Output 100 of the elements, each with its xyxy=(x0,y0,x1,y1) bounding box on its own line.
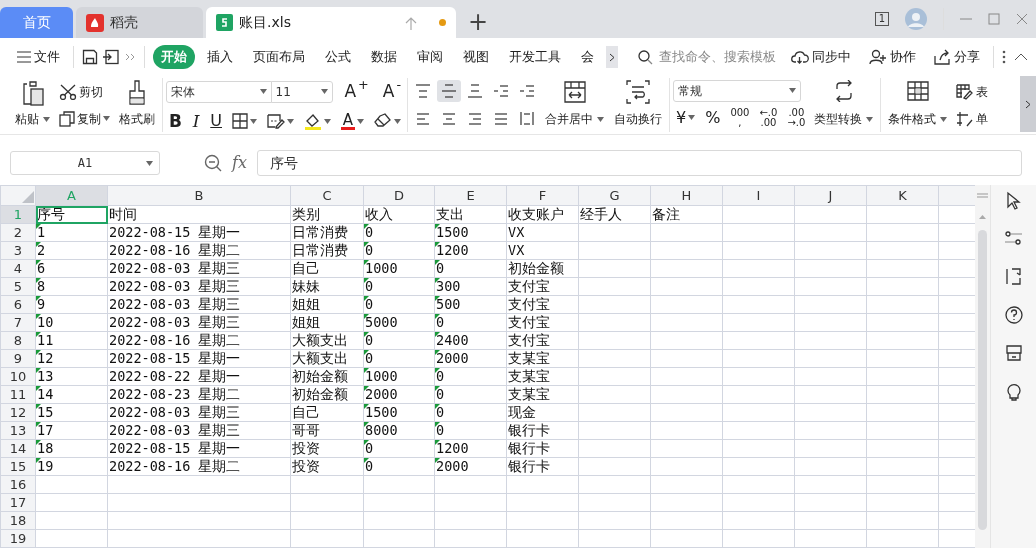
font-size-dropdown[interactable]: 11 xyxy=(270,80,334,103)
column-header[interactable]: B xyxy=(107,185,291,206)
ribbon-tab[interactable]: 插入 xyxy=(199,45,241,69)
table-style-button[interactable]: 表 xyxy=(953,81,992,102)
cut-button[interactable]: 剪切 xyxy=(56,81,113,102)
table-cell: 大额支出 xyxy=(290,349,364,368)
table-cell: 17 xyxy=(35,421,108,440)
table-cell: 8 xyxy=(35,277,108,296)
table-cell: 11 xyxy=(35,331,108,350)
table-cell: 2400 xyxy=(434,331,507,350)
decrease-decimal-button[interactable]: .00 →.0 xyxy=(784,106,809,129)
column-header[interactable]: F xyxy=(506,185,579,206)
table-cell: 投资 xyxy=(290,439,364,458)
column-header[interactable]: I xyxy=(722,185,795,206)
window-count[interactable]: 1 xyxy=(874,12,889,26)
ribbon-tab[interactable]: 开发工具 xyxy=(501,45,569,69)
function-button[interactable]: fx xyxy=(232,150,247,175)
column-header[interactable]: C xyxy=(290,185,364,206)
table-cell: 2022-08-15 星期一 xyxy=(107,349,291,368)
table-cell: 18 xyxy=(35,439,108,458)
table-cell: 2022-08-15 星期一 xyxy=(107,439,291,458)
table-cell: 1 xyxy=(35,223,108,242)
new-tab-button[interactable]: + xyxy=(456,10,501,34)
search-field[interactable]: 查找命令、搜索模板 xyxy=(657,46,782,68)
toolbar-action-button[interactable]: 同步中 xyxy=(786,47,856,67)
column-header[interactable]: E xyxy=(434,185,507,206)
table-cell: 0 xyxy=(363,277,435,296)
table-cell: 1000 xyxy=(363,259,435,278)
table-cell: 13 xyxy=(35,367,108,386)
table-cell: 经手人 xyxy=(578,205,651,224)
bold-button[interactable]: B xyxy=(166,107,185,135)
column-header[interactable]: K xyxy=(866,185,939,206)
table-cell: 大额支出 xyxy=(290,331,364,350)
italic-button[interactable]: I xyxy=(188,107,204,135)
table-cell: 1000 xyxy=(363,367,435,386)
table-cell: 1200 xyxy=(434,241,507,260)
currency-button[interactable]: ¥ xyxy=(673,104,699,131)
table-cell: 自己 xyxy=(290,259,364,278)
column-header[interactable]: G xyxy=(578,185,651,206)
table-cell: 2022-08-03 星期三 xyxy=(107,295,291,314)
table-cell: 日常消费 xyxy=(290,223,364,242)
ribbon-tab[interactable]: 审阅 xyxy=(409,45,451,69)
table-cell: 0 xyxy=(434,259,507,278)
table-cell: 初始金额 xyxy=(506,259,579,278)
thousands-separator-button[interactable]: 000 , xyxy=(727,106,753,129)
ribbon-tab[interactable]: 页面布局 xyxy=(245,45,313,69)
underline-button[interactable]: U xyxy=(207,108,225,135)
table-cell: 2000 xyxy=(363,385,435,404)
number-format-dropdown[interactable]: 常规 xyxy=(673,79,801,102)
table-cell: 6 xyxy=(35,259,108,278)
table-cell: 2022-08-23 星期二 xyxy=(107,385,291,404)
paste-button[interactable]: 粘贴 xyxy=(11,78,54,130)
table-cell: 2022-08-22 星期一 xyxy=(107,367,291,386)
percent-button[interactable]: % xyxy=(702,104,724,131)
conditional-format-button[interactable]: 条件格式 xyxy=(884,78,952,130)
merge-center-button[interactable]: 合并居中 xyxy=(541,78,608,130)
font-color-button[interactable]: A xyxy=(338,111,367,131)
ribbon-tab[interactable]: 公式 xyxy=(317,45,359,69)
copy-button[interactable]: 复制 xyxy=(56,108,113,129)
table-cell: 1500 xyxy=(363,403,435,422)
table-cell: 初始金额 xyxy=(290,367,364,386)
table-cell: 15 xyxy=(35,403,108,422)
table-cell: 0 xyxy=(434,367,507,386)
ribbon-tab[interactable]: 会 xyxy=(573,45,602,69)
app-tab[interactable]: 稻壳 xyxy=(76,7,203,38)
table-cell: 妹妹 xyxy=(290,277,364,296)
toolbar-action-button[interactable]: 协作 xyxy=(864,47,921,67)
toolbar-action-button[interactable]: 分享 xyxy=(929,47,985,67)
font-name-dropdown[interactable]: 宋体 xyxy=(166,80,272,103)
table-cell: 支某宝 xyxy=(506,349,579,368)
table-cell: 自己 xyxy=(290,403,364,422)
name-box[interactable]: A1 xyxy=(10,150,160,175)
ribbon-tab[interactable]: 视图 xyxy=(455,45,497,69)
table-cell: 2022-08-15 星期一 xyxy=(107,223,291,242)
wrap-text-button[interactable]: 自动换行 xyxy=(610,78,666,130)
app-tab[interactable]: 账目.xls xyxy=(206,7,456,38)
column-header[interactable]: H xyxy=(650,185,723,206)
ribbon-tab[interactable]: 数据 xyxy=(363,45,405,69)
table-cell: 14 xyxy=(35,385,108,404)
table-cell: 0 xyxy=(434,403,507,422)
table-cell: 1200 xyxy=(434,439,507,458)
table-cell: 0 xyxy=(434,313,507,332)
decrease-font-button[interactable]: A$^{-}$ xyxy=(379,78,404,106)
table-cell: VX xyxy=(506,241,579,260)
table-cell: 收入 xyxy=(363,205,435,224)
column-header[interactable]: J xyxy=(794,185,867,206)
table-cell: 10 xyxy=(35,313,108,332)
formula-input[interactable]: 序号 xyxy=(256,149,1022,176)
table-cell: VX xyxy=(506,223,579,242)
format-painter-button[interactable]: 格式刷 xyxy=(115,78,159,130)
table-cell: 2000 xyxy=(434,457,507,476)
table-cell: 备注 xyxy=(650,205,723,224)
cell-style-button[interactable]: 单 xyxy=(953,108,992,129)
table-cell: 银行卡 xyxy=(506,421,579,440)
increase-font-button[interactable]: A$^{+}$ xyxy=(341,78,372,106)
table-cell: 2022-08-03 星期三 xyxy=(107,421,291,440)
convert-type-button[interactable]: 类型转换 xyxy=(810,78,878,130)
column-header[interactable]: D xyxy=(363,185,435,206)
file-menu-button[interactable]: 文件 xyxy=(12,47,65,67)
increase-decimal-button[interactable]: ←.0 .00 xyxy=(756,106,781,129)
